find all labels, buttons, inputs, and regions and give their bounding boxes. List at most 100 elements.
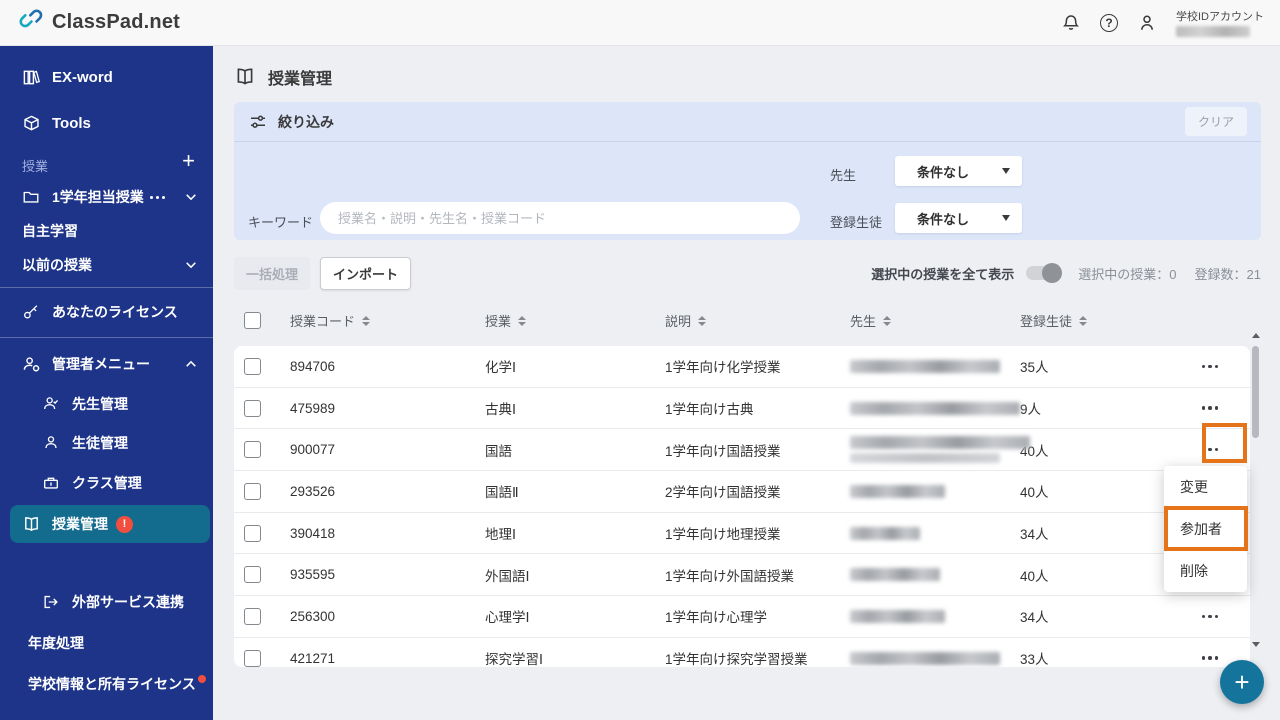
column-header-description[interactable]: 説明 [665,311,850,330]
sidebar-item-teacher-management[interactable]: 先生管理 [0,387,213,421]
external-link-icon [42,593,61,612]
scrollbar-down-arrow[interactable] [1252,642,1260,647]
column-header-class[interactable]: 授業 [485,311,665,330]
page-title: 授業管理 [268,65,332,89]
row-checkbox[interactable] [244,441,261,458]
add-class-fab[interactable]: + [1220,660,1264,704]
select-all-checkbox[interactable] [244,312,261,329]
row-checkbox[interactable] [244,358,261,375]
sidebar-item-class-folder[interactable]: 1学年担当授業 [0,180,213,214]
sort-icon[interactable] [362,316,370,327]
sort-icon[interactable] [1079,316,1087,327]
student-count: 33人 [1020,648,1178,667]
sort-icon[interactable] [698,316,706,327]
class-name: 国語Ⅱ [485,481,665,501]
scrollbar-thumb[interactable] [1252,346,1259,438]
row-menu-kebab-icon[interactable] [1178,448,1242,452]
notification-bell-icon[interactable] [1060,12,1082,34]
table-row: 293526 国語Ⅱ 2学年向け国語授業 40人 [234,471,1250,513]
student-count: 34人 [1020,606,1178,626]
sidebar-item-label: EX-word [52,69,113,86]
caret-down-icon [1002,215,1010,221]
sidebar-item-label: 以前の授業 [22,255,92,275]
class-name: 地理Ⅰ [485,523,665,543]
student-count: 40人 [1020,481,1178,501]
chevron-down-icon[interactable] [185,259,197,271]
page-title-book-icon [234,66,256,88]
sidebar-item-self-study[interactable]: 自主学習 [0,214,213,248]
redacted-teacher-name [850,453,1000,463]
sidebar-item-label: 生徒管理 [72,433,128,453]
keyword-search-input[interactable] [320,202,800,234]
class-code: 390418 [290,526,485,541]
account-info[interactable]: 学校IDアカウント [1176,8,1264,37]
chevron-up-icon[interactable] [185,358,197,370]
column-header-teacher[interactable]: 先生 [850,311,1020,330]
help-icon[interactable]: ? [1098,12,1120,34]
row-checkbox[interactable] [244,650,261,667]
student-count: 35人 [1020,356,1178,376]
sidebar-item-admin-menu[interactable]: 管理者メニュー [0,347,213,381]
sidebar-item-previous-classes[interactable]: 以前の授業 [0,248,213,282]
total-count: 登録数：21 [1195,264,1261,283]
school-bag-icon [42,474,61,493]
menu-item-change[interactable]: 変更 [1164,466,1247,508]
class-description: 1学年向け探究学習授業 [665,648,850,667]
tools-cube-icon [22,114,41,133]
row-menu-kebab-icon[interactable] [1178,406,1242,410]
row-checkbox[interactable] [244,400,261,417]
sidebar-item-year-process[interactable]: 年度処理 [0,626,213,660]
class-code: 293526 [290,484,485,499]
sidebar-item-class-management[interactable]: クラス管理 [0,466,213,500]
row-menu-kebab-icon[interactable] [1178,365,1242,369]
sidebar-item-student-management[interactable]: 生徒管理 [0,426,213,460]
filter-title: 絞り込み [278,112,334,132]
row-checkbox[interactable] [244,483,261,500]
clear-filter-button[interactable]: クリア [1185,107,1247,136]
column-header-students[interactable]: 登録生徒 [1020,311,1178,330]
classpad-link-icon [18,7,44,38]
column-header-code[interactable]: 授業コード [290,311,485,330]
redacted-teacher-name [850,485,945,498]
sidebar-item-label: クラス管理 [72,473,142,493]
student-count: 34人 [1020,523,1178,543]
students-filter-label: 登録生徒 [830,212,882,231]
sort-icon[interactable] [883,316,891,327]
user-account-icon[interactable] [1136,12,1158,34]
row-context-menu: 変更 参加者 削除 [1164,466,1247,592]
redacted-teacher-name [850,527,920,540]
menu-item-delete[interactable]: 削除 [1164,550,1247,592]
class-code: 894706 [290,359,485,374]
row-menu-kebab-icon[interactable] [1178,656,1242,660]
students-filter-select[interactable]: 条件なし [895,203,1022,233]
sidebar-item-your-license[interactable]: あなたのライセンス [0,295,213,329]
student-person-icon [42,434,61,453]
table-header: 授業コード 授業 説明 先生 登録生徒 [234,308,1250,340]
classpad-logo[interactable]: ClassPad.net [18,7,180,38]
import-button[interactable]: インポート [320,257,411,290]
class-name: 古典Ⅰ [485,398,665,418]
scrollbar-up-arrow[interactable] [1252,333,1260,338]
sidebar-item-lesson-management-active[interactable]: 授業管理 ! [10,505,210,543]
bulk-action-button[interactable]: 一括処理 [234,257,310,290]
sidebar-item-tools[interactable]: Tools [0,106,213,140]
table-row: 421271 探究学習Ⅰ 1学年向け探究学習授業 33人 [234,638,1250,667]
selected-count: 選択中の授業：0 [1078,264,1176,283]
redacted-teacher-name [850,360,1000,373]
row-checkbox[interactable] [244,608,261,625]
row-checkbox[interactable] [244,525,261,542]
menu-item-participants[interactable]: 参加者 [1164,508,1247,550]
folder-menu-kebab-icon[interactable] [150,196,165,199]
row-checkbox[interactable] [244,566,261,583]
chevron-down-icon[interactable] [185,191,197,203]
sidebar-item-ex-word[interactable]: EX-word [0,60,213,94]
class-name: 外国語Ⅰ [485,565,665,585]
teacher-filter-select[interactable]: 条件なし [895,156,1022,186]
sidebar-item-school-info[interactable]: 学校情報と所有ライセンス [0,667,213,701]
sort-icon[interactable] [518,316,526,327]
add-class-icon[interactable]: + [182,151,195,171]
sidebar-item-external-service[interactable]: 外部サービス連携 [0,585,213,619]
row-menu-kebab-icon[interactable] [1178,615,1242,619]
show-selected-toggle[interactable] [1026,266,1060,280]
class-code: 421271 [290,651,485,666]
